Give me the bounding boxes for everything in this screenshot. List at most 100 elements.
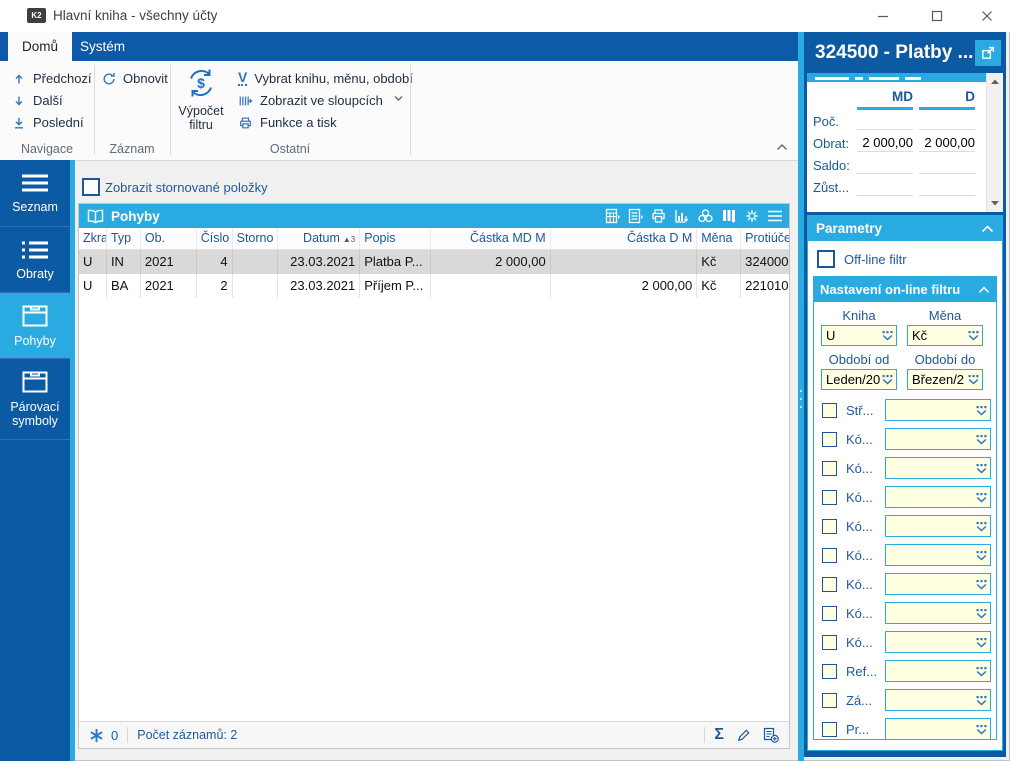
offline-filter-checkbox[interactable] [817, 250, 835, 268]
table-row[interactable]: U BA 2021 2 23.03.2021 Příjem P... 2 000,0… [79, 274, 789, 298]
account-title: 324500 - Platby ... [815, 41, 973, 63]
collapse-chevron-icon[interactable] [978, 286, 990, 294]
tab-system[interactable]: Systém [66, 32, 139, 61]
sidebar-item-seznam[interactable]: Seznam [0, 160, 70, 227]
filter-label: Ref... [846, 663, 878, 679]
column-header[interactable]: Měna [697, 228, 742, 249]
print-icon[interactable] [650, 208, 667, 224]
obdobi-od-dropdown[interactable]: Leden/20 [821, 369, 897, 390]
filter-checkbox[interactable] [822, 489, 837, 505]
open-in-window-button[interactable] [975, 39, 1001, 66]
obdobi-do-dropdown[interactable]: Březen/2 [907, 369, 983, 390]
filter-dropdown[interactable] [885, 631, 991, 653]
tab-domu[interactable]: Domů [8, 32, 73, 61]
calc-filter-button[interactable]: $ Výpočet filtru [172, 66, 230, 140]
edit-pencil-icon[interactable] [736, 728, 751, 743]
filter-dropdown[interactable] [885, 544, 991, 566]
column-header[interactable]: Storno [233, 228, 279, 249]
filter-dropdown[interactable] [885, 428, 991, 450]
filter-label: Kó... [846, 518, 873, 534]
filter-checkbox[interactable] [822, 402, 837, 418]
new-record-icon[interactable] [763, 727, 779, 743]
sum-icon[interactable]: Σ [714, 726, 724, 744]
show-columns-button[interactable]: Zobrazit ve sloupcích [238, 90, 383, 111]
filter-row: Kó... [822, 485, 991, 509]
mena-dropdown[interactable]: Kč [907, 325, 983, 346]
account-header: 324500 - Platby ... [807, 32, 1003, 73]
filter-checkbox[interactable] [822, 721, 837, 737]
table-row[interactable]: U IN 2021 4 23.03.2021 Platba P... 2 000,00… [79, 250, 789, 274]
filter-checkbox[interactable] [822, 576, 837, 592]
sidebar-item-obraty[interactable]: Obraty [0, 227, 70, 293]
summary-scrollbar[interactable] [986, 73, 1003, 212]
column-header[interactable]: Číslo [197, 228, 233, 249]
collapse-chevron-icon[interactable] [981, 224, 994, 233]
minimize-button[interactable] [866, 4, 900, 28]
filter-dropdown[interactable] [885, 399, 991, 421]
flag-asterisk-icon[interactable] [89, 728, 104, 743]
column-header[interactable]: Ob. [141, 228, 197, 249]
filter-dropdown[interactable] [885, 689, 991, 711]
filter-row: Ref... [822, 659, 991, 683]
menu-icon[interactable] [767, 209, 783, 223]
maximize-button[interactable] [920, 4, 954, 28]
filter-label: Stř... [846, 402, 874, 418]
filter-dropdown[interactable] [885, 602, 991, 624]
sidebar-item-pohyby[interactable]: Pohyby [0, 293, 70, 359]
offline-filter-label: Off-line filtr [844, 251, 907, 267]
ribbon: Předchozí Další Poslední Navigace Obnovi… [0, 61, 798, 161]
column-header[interactable]: Popis [360, 228, 432, 249]
summary-row: Zůst... [807, 176, 1003, 198]
related-records-icon[interactable] [697, 208, 714, 224]
filter-dropdown[interactable] [885, 457, 991, 479]
filter-checkbox[interactable] [822, 460, 837, 476]
columns-dropdown-caret[interactable] [394, 94, 403, 102]
filter-checkbox[interactable] [822, 547, 837, 563]
filter-dropdown[interactable] [885, 573, 991, 595]
columns-icon[interactable] [721, 208, 737, 224]
column-header[interactable]: Částka MD M [431, 228, 551, 249]
filter-checkbox[interactable] [822, 634, 837, 650]
filter-checkbox[interactable] [822, 692, 837, 708]
filter-dropdown[interactable] [885, 486, 991, 508]
column-header[interactable]: Zkra [79, 228, 107, 249]
column-header[interactable]: Protiúčet [741, 228, 789, 249]
online-filter-header[interactable]: Nastavení on-line filtru [814, 277, 996, 302]
scroll-up-icon[interactable] [987, 74, 1003, 89]
filter-checkbox[interactable] [822, 431, 837, 447]
filter-dropdown[interactable] [885, 660, 991, 682]
filter-checkbox[interactable] [822, 605, 837, 621]
filter-checkbox[interactable] [822, 663, 837, 679]
show-storno-label: Zobrazit stornované položky [105, 180, 268, 195]
left-sidebar: Seznam Obraty Pohyby Párovací symboly [0, 160, 70, 761]
column-header[interactable]: Částka D M [551, 228, 698, 249]
previous-button[interactable]: Předchozí [12, 68, 92, 89]
document-icon[interactable] [627, 208, 643, 224]
show-storno-checkbox[interactable] [82, 178, 100, 196]
dropdown-icon [976, 492, 987, 503]
chart-icon[interactable] [674, 208, 690, 224]
next-button[interactable]: Další [12, 90, 63, 111]
filter-row: Kó... [822, 456, 991, 480]
last-button[interactable]: Poslední [12, 112, 84, 133]
grid-title: Pohyby [111, 208, 160, 224]
close-button[interactable] [970, 4, 1004, 28]
md-column-header: MD [857, 89, 913, 110]
pick-book-button[interactable]: V Vybrat knihu, měnu, období [238, 68, 413, 89]
report-icon[interactable] [604, 208, 620, 224]
scroll-down-icon[interactable] [987, 196, 1003, 211]
filter-checkbox[interactable] [822, 518, 837, 534]
column-header-datum[interactable]: Datum ▲3 [278, 228, 361, 249]
filter-dropdown[interactable] [885, 515, 991, 537]
functions-print-button[interactable]: Funkce a tisk [238, 112, 337, 133]
column-header[interactable]: Typ [107, 228, 141, 249]
filter-dropdown[interactable] [885, 718, 991, 739]
parameters-header[interactable]: Parametry [808, 216, 1002, 241]
sidebar-item-parovaci-symboly[interactable]: Párovací symboly [0, 359, 70, 440]
arrow-down-to-line-icon [15, 117, 23, 129]
kniha-dropdown[interactable]: U [821, 325, 897, 346]
settings-gear-icon[interactable] [744, 208, 760, 224]
collapse-ribbon-button[interactable] [776, 143, 788, 151]
refresh-button[interactable]: Obnovit [102, 68, 168, 89]
group-label-ostatni: Ostatní [269, 142, 311, 156]
